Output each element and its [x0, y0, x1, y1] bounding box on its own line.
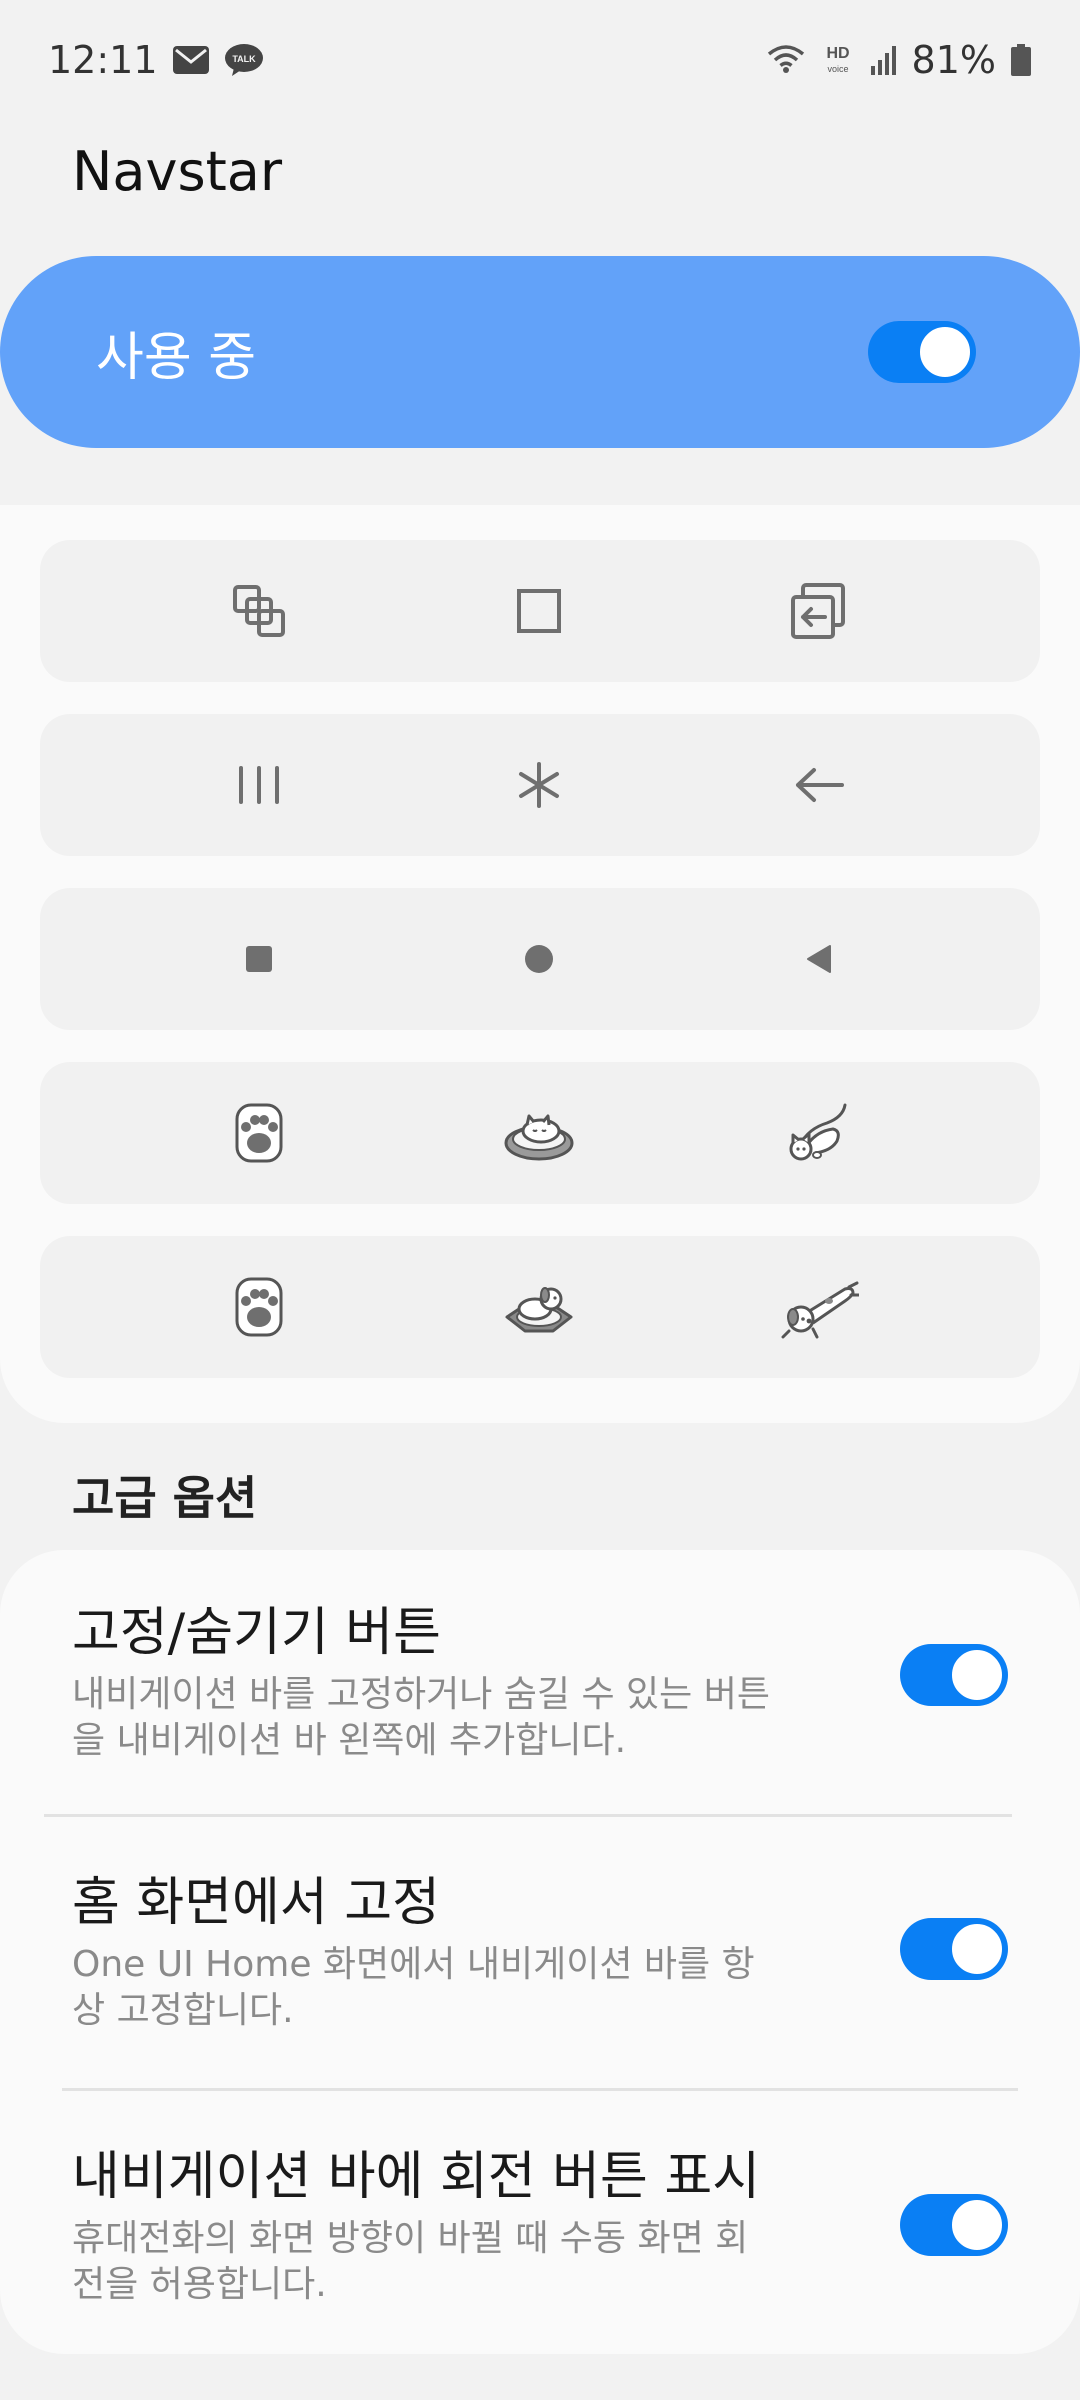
master-toggle[interactable] — [868, 321, 976, 383]
home-asterisk-icon — [479, 714, 599, 856]
button-style-option-2[interactable] — [40, 714, 1040, 856]
button-style-option-3[interactable] — [40, 888, 1040, 1030]
advanced-options-card: 고정/숨기기 버튼 내비게이션 바를 고정하거나 숨길 수 있는 버튼을 내비게… — [0, 1550, 1080, 2354]
kakaotalk-label: TALK — [232, 54, 256, 64]
divider — [44, 1814, 1012, 1817]
button-style-option-1[interactable] — [40, 540, 1040, 682]
pin-on-home-toggle[interactable] — [900, 1918, 1008, 1980]
button-style-option-5[interactable] — [40, 1236, 1040, 1378]
status-bar-right: HD voice 81% — [766, 38, 1032, 82]
voice-label: voice — [827, 64, 848, 74]
toggle-knob — [917, 324, 973, 380]
pin-hide-button-setting[interactable]: 고정/숨기기 버튼 내비게이션 바를 고정하거나 숨길 수 있는 버튼을 내비게… — [72, 1602, 1008, 1765]
setting-title: 내비게이션 바에 회전 버튼 표시 — [72, 2147, 761, 2207]
button-style-list — [0, 505, 1080, 1423]
status-time: 12:11 — [48, 38, 158, 82]
dog-lying-icon — [759, 1236, 879, 1378]
advanced-options-header: 고급 옵션 — [72, 1471, 258, 1525]
dog-sleeping-bed-icon — [479, 1236, 599, 1378]
toggle-knob — [949, 1647, 1005, 1703]
button-style-option-4[interactable] — [40, 1062, 1040, 1204]
setting-title: 고정/숨기기 버튼 — [72, 1603, 441, 1663]
dog-paw-icon — [199, 1236, 319, 1378]
divider — [62, 2088, 1018, 2091]
mail-icon — [172, 45, 210, 75]
recents-filled-square-icon — [199, 888, 319, 1030]
back-filled-triangle-icon — [759, 888, 879, 1030]
signal-icon — [870, 44, 898, 76]
battery-percent: 81% — [911, 38, 996, 82]
hd-label: HD — [826, 45, 849, 62]
home-square-outline-icon — [479, 540, 599, 682]
home-filled-circle-icon — [479, 888, 599, 1030]
setting-description: 내비게이션 바를 고정하거나 숨길 수 있는 버튼을 내비게이션 바 왼쪽에 추… — [72, 1674, 770, 1762]
setting-description: 휴대전화의 화면 방향이 바뀔 때 수동 화면 회전을 허용합니다. — [72, 2218, 749, 2306]
battery-icon — [1010, 43, 1032, 77]
back-box-arrow-icon — [759, 540, 879, 682]
page-title: Navstar — [72, 140, 283, 203]
rotate-button-setting[interactable]: 내비게이션 바에 회전 버튼 표시 휴대전화의 화면 방향이 바뀔 때 수동 화… — [72, 2146, 1008, 2309]
cat-stretching-icon — [759, 1062, 879, 1204]
recents-lines-icon — [199, 714, 319, 856]
master-switch-label: 사용 중 — [96, 327, 257, 388]
status-bar-left: 12:11 TALK — [48, 38, 264, 82]
hd-voice-icon: HD voice — [820, 43, 856, 77]
rotate-button-toggle[interactable] — [900, 2194, 1008, 2256]
setting-title: 홈 화면에서 고정 — [72, 1873, 440, 1933]
pin-on-home-setting[interactable]: 홈 화면에서 고정 One UI Home 화면에서 내비게이션 바를 항상 고… — [72, 1872, 1008, 2035]
back-arrow-icon — [759, 714, 879, 856]
toggle-knob — [949, 2197, 1005, 2253]
kakaotalk-icon: TALK — [224, 43, 264, 77]
wifi-icon — [766, 43, 806, 77]
cat-paw-icon — [199, 1062, 319, 1204]
setting-description: One UI Home 화면에서 내비게이션 바를 항상 고정합니다. — [72, 1944, 755, 2032]
master-switch-bar[interactable]: 사용 중 — [0, 256, 1080, 448]
recents-overlap-icon — [199, 540, 319, 682]
pin-hide-button-toggle[interactable] — [900, 1644, 1008, 1706]
cat-sleeping-bed-icon — [479, 1062, 599, 1204]
status-bar: 12:11 TALK HD voice 81% — [0, 0, 1080, 120]
toggle-knob — [949, 1921, 1005, 1977]
